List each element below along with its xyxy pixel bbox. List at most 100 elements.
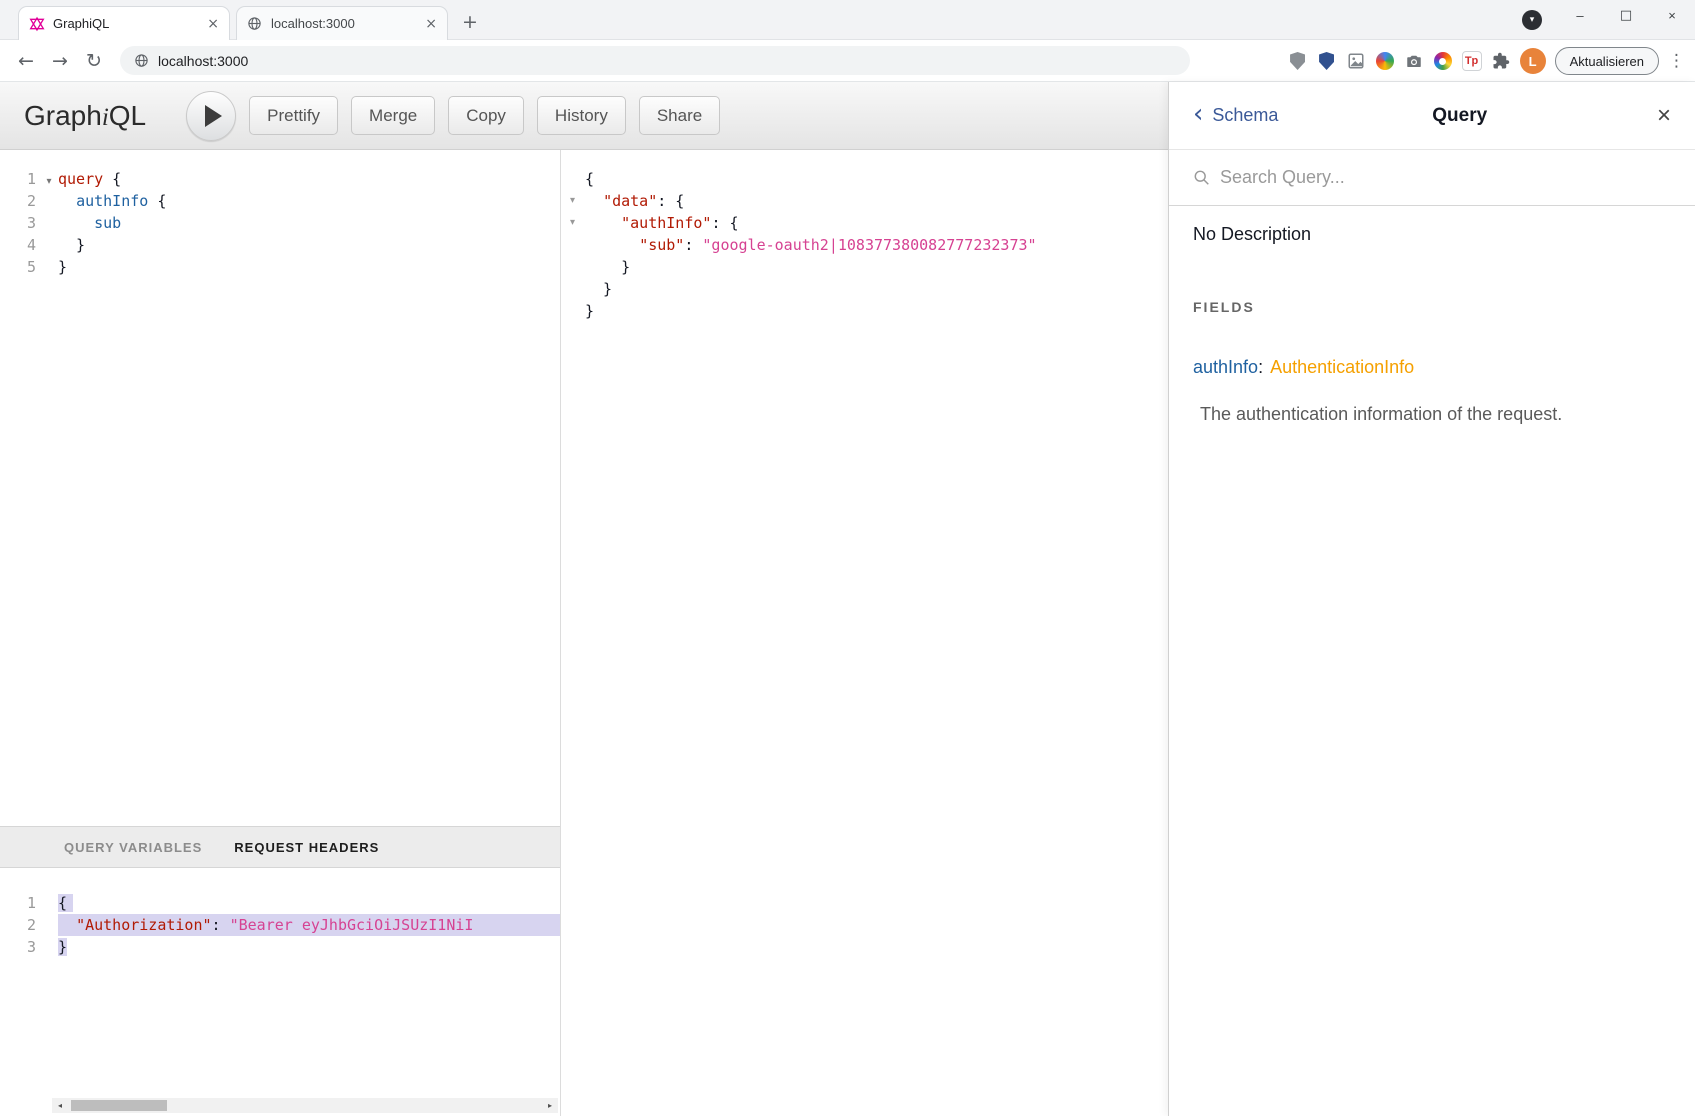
doc-title: Query: [1278, 105, 1641, 127]
fold-arrow-icon[interactable]: ▾: [561, 212, 585, 234]
tab-close-icon[interactable]: ×: [425, 17, 437, 31]
graphql-logo-icon: [29, 16, 45, 32]
execute-button[interactable]: [186, 91, 236, 141]
result-viewer: { ▾ "data": { ▾ "authInfo": { "sub": "go…: [560, 150, 1168, 1116]
doc-explorer-header: ‹ Schema Query ×: [1169, 82, 1695, 150]
tab-strip: GraphiQL × localhost:3000 × + ▾ – □ ×: [0, 0, 1695, 40]
type-authenticationinfo-link[interactable]: AuthenticationInfo: [1270, 357, 1414, 377]
extensions-puzzle-icon[interactable]: [1491, 51, 1511, 71]
horizontal-scrollbar[interactable]: ◂ ▸: [52, 1098, 558, 1113]
tab-close-icon[interactable]: ×: [207, 17, 219, 31]
url-bar[interactable]: localhost:3000: [120, 46, 1190, 75]
fold-arrow-icon[interactable]: ▾: [46, 176, 51, 187]
play-icon: [205, 105, 222, 127]
code-line: 2 "Authorization": "Bearer eyJhbGciOiJSU…: [0, 914, 560, 936]
fold-arrow-icon[interactable]: ▾: [561, 190, 585, 212]
browser-toolbar: ← → ↻ localhost:3000 Tp L Aktuali: [0, 40, 1695, 82]
code-line: 2 authInfo {: [0, 190, 560, 212]
tab-request-headers[interactable]: REQUEST HEADERS: [234, 840, 379, 855]
chevron-left-icon: ‹: [1193, 105, 1203, 123]
doc-back-label: Schema: [1212, 105, 1278, 126]
window-close-button[interactable]: ×: [1649, 0, 1695, 30]
field-authinfo-link[interactable]: authInfo: [1193, 357, 1258, 377]
globe-icon: [247, 16, 263, 32]
field-colon: :: [1258, 357, 1263, 377]
window-controls: – □ ×: [1557, 0, 1695, 30]
tab-search-button[interactable]: ▾: [1522, 10, 1542, 30]
graphiql-toolbar: GraphiQL Prettify Merge Copy History Sha…: [0, 82, 1168, 150]
chevron-down-icon: ▾: [1530, 16, 1535, 25]
query-editor[interactable]: 1 ▾ query { 2 authInfo { 3 sub: [0, 150, 560, 826]
tab-query-variables[interactable]: QUERY VARIABLES: [64, 840, 202, 855]
doc-body: No Description FIELDS authInfo: Authentic…: [1169, 206, 1695, 443]
no-description-text: No Description: [1193, 224, 1671, 245]
tab-title: localhost:3000: [271, 16, 417, 31]
line-number: 3: [0, 936, 40, 958]
merge-button[interactable]: Merge: [351, 96, 435, 135]
colorful-extension-icon[interactable]: [1375, 51, 1395, 71]
graphiql-logo: GraphiQL: [24, 100, 146, 132]
code-line: {: [561, 168, 1168, 190]
request-headers-editor[interactable]: 1 { 2 "Authorization": "Bearer eyJhbGciO…: [0, 868, 560, 1116]
code-line: 4 }: [0, 234, 560, 256]
scrollbar-thumb[interactable]: [71, 1100, 167, 1111]
tab-graphiql[interactable]: GraphiQL ×: [18, 6, 230, 40]
field-description: The authentication information of the re…: [1200, 404, 1671, 425]
forward-button[interactable]: →: [46, 50, 74, 72]
doc-close-button[interactable]: ×: [1641, 106, 1671, 126]
profile-avatar[interactable]: L: [1520, 48, 1546, 74]
code-line: "sub": "google-oauth2|108377380082777232…: [561, 234, 1168, 256]
graphiql-app: GraphiQL Prettify Merge Copy History Sha…: [0, 82, 1695, 1116]
line-number: 5: [0, 256, 40, 278]
line-number: 2: [0, 190, 40, 212]
doc-search-input[interactable]: [1220, 167, 1671, 188]
code-line: 3 sub: [0, 212, 560, 234]
doc-back-button[interactable]: ‹ Schema: [1193, 105, 1278, 126]
new-tab-button[interactable]: +: [458, 10, 482, 34]
tp-extension-icon[interactable]: Tp: [1462, 51, 1482, 71]
query-editor-pane: 1 ▾ query { 2 authInfo { 3 sub: [0, 150, 560, 1116]
code-line: 1 ▾ query {: [0, 168, 560, 190]
code-line: }: [561, 300, 1168, 322]
privacy-shield-icon[interactable]: [1317, 51, 1337, 71]
aktualisieren-button[interactable]: Aktualisieren: [1555, 47, 1659, 75]
screenshot-extension-icon[interactable]: [1346, 51, 1366, 71]
tab-localhost[interactable]: localhost:3000 ×: [236, 6, 448, 40]
copy-button[interactable]: Copy: [448, 96, 524, 135]
adblock-shield-icon[interactable]: [1288, 51, 1308, 71]
code-line: 1 {: [0, 892, 560, 914]
share-button[interactable]: Share: [639, 96, 720, 135]
scrollbar-left-arrow-icon[interactable]: ◂: [52, 1098, 68, 1113]
line-number: 2: [0, 914, 40, 936]
line-number: 4: [0, 234, 40, 256]
field-row: authInfo: AuthenticationInfo: [1193, 357, 1671, 378]
code-line: 5 }: [0, 256, 560, 278]
scrollbar-right-arrow-icon[interactable]: ▸: [542, 1098, 558, 1113]
search-icon: [1193, 169, 1210, 186]
minimize-button[interactable]: –: [1557, 0, 1603, 30]
code-line: ▾ "authInfo": {: [561, 212, 1168, 234]
line-number: 1: [0, 892, 40, 914]
editors-area: 1 ▾ query { 2 authInfo { 3 sub: [0, 150, 1168, 1116]
history-button[interactable]: History: [537, 96, 626, 135]
reload-button[interactable]: ↻: [80, 50, 108, 72]
extensions-area: Tp L Aktualisieren ⋮: [1288, 40, 1685, 82]
prettify-button[interactable]: Prettify: [249, 96, 338, 135]
code-line: }: [561, 278, 1168, 300]
back-button[interactable]: ←: [12, 50, 40, 72]
tab-title: GraphiQL: [53, 16, 199, 31]
aktualisieren-label: Aktualisieren: [1570, 54, 1644, 69]
browser-window: GraphiQL × localhost:3000 × + ▾ – □ × ← …: [0, 0, 1695, 1116]
doc-explorer-panel: ‹ Schema Query × No Description FIELDS a…: [1168, 82, 1695, 1116]
fields-section-title: FIELDS: [1193, 299, 1671, 315]
scrollbar-track[interactable]: [68, 1098, 542, 1113]
secondary-editor-tabbar: QUERY VARIABLES REQUEST HEADERS: [0, 826, 560, 868]
avatar-letter: L: [1529, 54, 1537, 69]
code-line: ▾ "data": {: [561, 190, 1168, 212]
code-line: 3 }: [0, 936, 560, 958]
camera-extension-icon[interactable]: [1404, 51, 1424, 71]
globe-icon: [134, 53, 149, 68]
colorwheel-extension-icon[interactable]: [1433, 51, 1453, 71]
maximize-button[interactable]: □: [1603, 0, 1649, 30]
browser-menu-icon[interactable]: ⋮: [1668, 51, 1685, 71]
